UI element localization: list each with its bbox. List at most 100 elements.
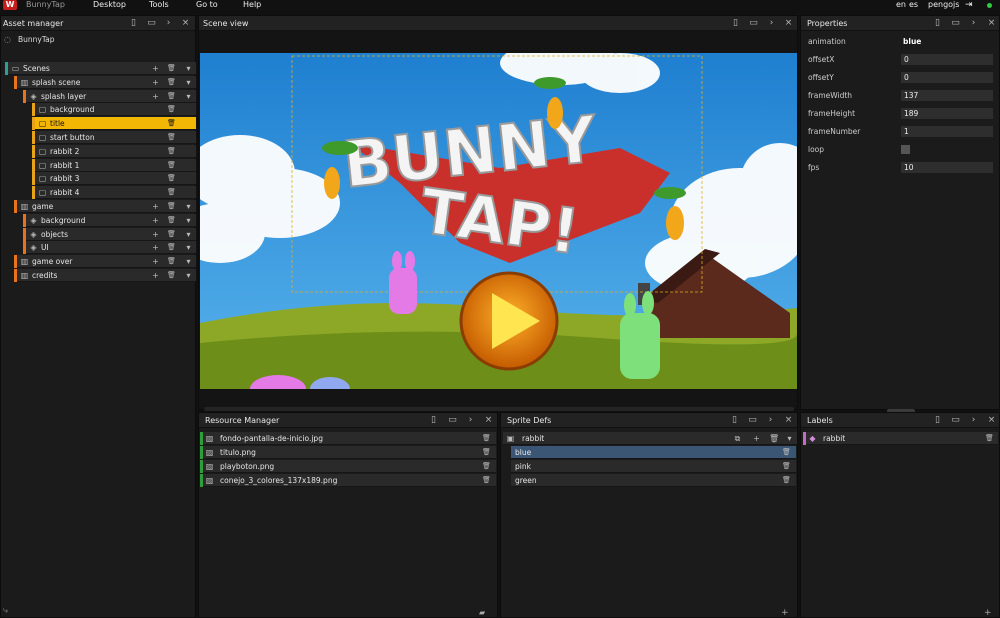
- dock-icon[interactable]: ▯: [731, 19, 740, 28]
- chevron-down-icon[interactable]: ▾: [184, 216, 193, 225]
- add-icon[interactable]: +: [151, 78, 160, 87]
- resource-row[interactable]: ▨ playboton.png 🗑: [200, 460, 496, 473]
- resource-row[interactable]: ▨ fondo-pantalla-de-inicio.jpg 🗑: [200, 432, 496, 445]
- close-icon[interactable]: ×: [181, 19, 190, 28]
- lang-en[interactable]: en: [896, 0, 906, 10]
- chevron-down-icon[interactable]: ▾: [184, 78, 193, 87]
- trash-icon[interactable]: 🗑: [782, 462, 791, 471]
- trash-icon[interactable]: 🗑: [167, 133, 176, 142]
- trash-icon[interactable]: 🗑: [167, 216, 176, 225]
- sprite-row[interactable]: ▣ rabbit ⧉ + 🗑 ▾: [503, 432, 797, 445]
- label-row[interactable]: ◆ rabbit 🗑: [803, 432, 998, 445]
- tree-row[interactable]: ◈ background + ▾ 🗑: [23, 213, 196, 227]
- add-icon[interactable]: +: [151, 64, 160, 73]
- add-icon[interactable]: +: [151, 202, 160, 211]
- minimize-icon[interactable]: ▭: [951, 416, 960, 425]
- trash-icon[interactable]: 🗑: [167, 78, 176, 87]
- property-input-framewidth[interactable]: 137: [901, 90, 993, 101]
- animation-row[interactable]: pink 🗑: [511, 460, 796, 473]
- trash-icon[interactable]: 🗑: [482, 434, 491, 443]
- trash-icon[interactable]: 🗑: [482, 462, 491, 471]
- chevron-right-icon[interactable]: ›: [969, 416, 978, 425]
- menu-tools[interactable]: Tools: [149, 0, 169, 10]
- menu-help[interactable]: Help: [243, 0, 261, 10]
- dock-icon[interactable]: ▯: [429, 416, 438, 425]
- trash-icon[interactable]: 🗑: [167, 92, 176, 101]
- trash-icon[interactable]: 🗑: [782, 476, 791, 485]
- chevron-right-icon[interactable]: ›: [164, 19, 173, 28]
- trash-icon[interactable]: 🗑: [167, 174, 176, 183]
- menu-desktop[interactable]: Desktop: [93, 0, 126, 10]
- trash-icon[interactable]: 🗑: [167, 243, 176, 252]
- tree-row[interactable]: ▥ game + ▾ 🗑: [14, 200, 196, 213]
- property-input-fps[interactable]: 10: [901, 162, 993, 173]
- dock-icon[interactable]: ▯: [730, 416, 739, 425]
- trash-icon[interactable]: 🗑: [167, 188, 176, 197]
- minimize-icon[interactable]: ▭: [749, 19, 758, 28]
- add-icon[interactable]: +: [752, 434, 761, 443]
- open-folder-icon[interactable]: ▰: [479, 608, 485, 617]
- scene-canvas[interactable]: BUNNY TAP!: [200, 53, 797, 389]
- tree-row[interactable]: ◈ UI + ▾ 🗑: [23, 241, 196, 255]
- chevron-right-icon[interactable]: ›: [466, 416, 475, 425]
- trash-icon[interactable]: 🗑: [167, 105, 176, 114]
- tree-row[interactable]: ▢ title 🗑: [32, 117, 196, 131]
- tree-row[interactable]: ◈ objects + ▾ 🗑: [23, 227, 196, 241]
- add-icon[interactable]: +: [151, 92, 160, 101]
- tree-row[interactable]: ▥ credits + ▾ 🗑: [14, 269, 196, 282]
- chevron-down-icon[interactable]: ▾: [184, 243, 193, 252]
- minimize-icon[interactable]: ▭: [448, 416, 457, 425]
- minimize-icon[interactable]: ▭: [147, 19, 156, 28]
- chevron-right-icon[interactable]: ›: [969, 19, 978, 28]
- close-icon[interactable]: ×: [784, 416, 793, 425]
- add-sprite-icon[interactable]: +: [781, 608, 789, 618]
- chevron-down-icon[interactable]: ▾: [184, 202, 193, 211]
- tree-row[interactable]: ◈ splash layer + ▾ 🗑: [23, 89, 196, 103]
- chevron-down-icon[interactable]: ▾: [184, 230, 193, 239]
- minimize-icon[interactable]: ▭: [951, 19, 960, 28]
- close-icon[interactable]: ×: [484, 416, 493, 425]
- animation-select[interactable]: blue: [903, 35, 921, 48]
- add-icon[interactable]: +: [151, 216, 160, 225]
- trash-icon[interactable]: 🗑: [782, 448, 791, 457]
- dock-icon[interactable]: ▯: [933, 416, 942, 425]
- trash-icon[interactable]: 🗑: [985, 434, 994, 443]
- close-icon[interactable]: ×: [987, 416, 996, 425]
- resource-row[interactable]: ▨ conejo_3_colores_137x189.png 🗑: [200, 474, 496, 487]
- property-input-offsety[interactable]: 0: [901, 72, 993, 83]
- tree-row[interactable]: ▢ rabbit 4 🗑: [32, 186, 196, 200]
- add-icon[interactable]: +: [151, 271, 160, 280]
- trash-icon[interactable]: 🗑: [167, 119, 176, 128]
- chevron-down-icon[interactable]: ▾: [184, 271, 193, 280]
- animation-row[interactable]: blue 🗑: [511, 446, 796, 459]
- loop-checkbox[interactable]: [901, 145, 910, 154]
- chevron-down-icon[interactable]: ▾: [184, 92, 193, 101]
- lang-es[interactable]: es: [909, 0, 918, 10]
- animation-row[interactable]: green 🗑: [511, 474, 796, 487]
- add-icon[interactable]: +: [151, 243, 160, 252]
- chevron-down-icon[interactable]: ▾: [785, 434, 794, 443]
- add-scene-icon[interactable]: ⤷: [3, 606, 8, 616]
- trash-icon[interactable]: 🗑: [167, 202, 176, 211]
- scene-scrollbar-h[interactable]: [204, 407, 794, 411]
- tree-row[interactable]: ▥ splash scene + ▾ 🗑: [14, 75, 196, 89]
- tree-row[interactable]: ▢ rabbit 2 🗑: [32, 144, 196, 158]
- trash-icon[interactable]: 🗑: [167, 271, 176, 280]
- logout-icon[interactable]: ⇥: [965, 0, 973, 10]
- resource-row[interactable]: ▨ titulo.png 🗑: [200, 446, 496, 459]
- trash-icon[interactable]: 🗑: [167, 230, 176, 239]
- trash-icon[interactable]: 🗑: [482, 448, 491, 457]
- add-icon[interactable]: +: [151, 230, 160, 239]
- property-input-frameheight[interactable]: 189: [901, 108, 993, 119]
- close-icon[interactable]: ×: [784, 19, 793, 28]
- tree-row[interactable]: ▢ rabbit 1 🗑: [32, 158, 196, 172]
- trash-icon[interactable]: 🗑: [167, 147, 176, 156]
- trash-icon[interactable]: 🗑: [167, 161, 176, 170]
- chevron-down-icon[interactable]: ▾: [184, 257, 193, 266]
- property-input-framenumber[interactable]: 1: [901, 126, 993, 137]
- close-icon[interactable]: ×: [987, 19, 996, 28]
- user-name[interactable]: pengojs: [928, 0, 959, 10]
- trash-icon[interactable]: 🗑: [482, 476, 491, 485]
- tree-row[interactable]: ▭ Scenes + ▾ 🗑: [5, 62, 196, 75]
- tree-row[interactable]: ▢ rabbit 3 🗑: [32, 172, 196, 186]
